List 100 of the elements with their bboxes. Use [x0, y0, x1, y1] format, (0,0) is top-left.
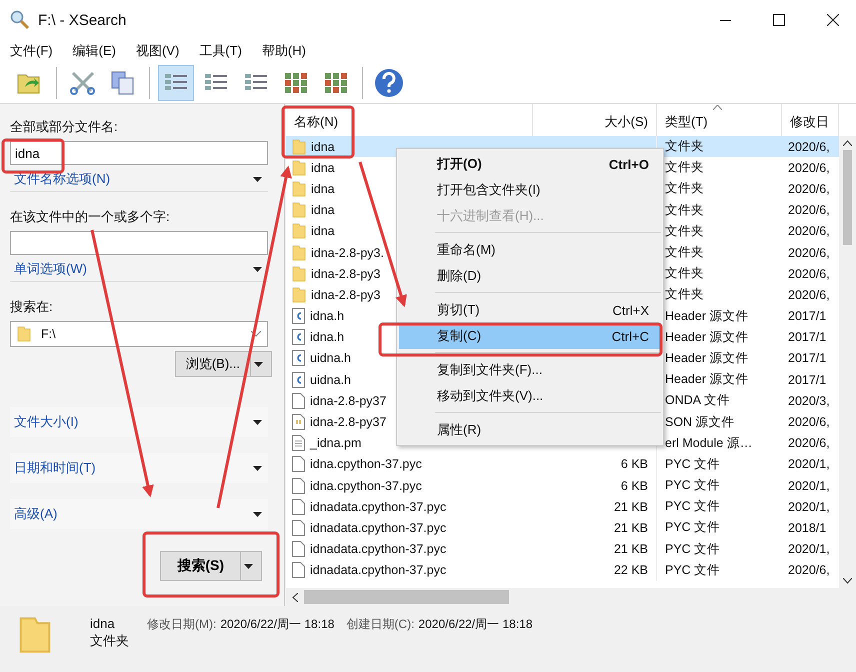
- menu-item[interactable]: 文件(F): [4, 42, 59, 60]
- caret-icon: [253, 266, 262, 272]
- file-type: Header 源文件: [665, 371, 748, 388]
- file-date: 2020/6,: [788, 246, 830, 260]
- file-row[interactable]: idnadata.cpython-37.pyc 21 KB PYC 文件 2018/1: [286, 517, 839, 539]
- file-name: idnadata.cpython-37.pyc: [310, 542, 446, 556]
- close-icon: [827, 14, 839, 26]
- location-combo[interactable]: F:\: [10, 321, 268, 347]
- maximize-icon: [773, 14, 785, 26]
- file-row[interactable]: idnadata.cpython-37.pyc 21 KB PYC 文件 2020/1,: [286, 496, 839, 518]
- folder-icon: [292, 223, 306, 240]
- file-date: 2020/1,: [788, 457, 830, 472]
- folder-icon: [292, 138, 306, 155]
- file-row[interactable]: idna.cpython-37.pyc 6 KB PYC 文件 2020/1,: [286, 454, 839, 475]
- text-file-icon: [292, 435, 305, 452]
- file-name: idnadata.cpython-37.pyc: [310, 520, 446, 535]
- menu-item[interactable]: 编辑(E): [66, 42, 122, 60]
- file-row[interactable]: idnadata.cpython-37.pyc 21 KB PYC 文件 2020/1,: [286, 538, 839, 560]
- section-link[interactable]: 日期和时间(T): [10, 459, 96, 477]
- field-label: 全部或部分文件名:: [10, 118, 118, 136]
- folder-icon: [292, 266, 306, 282]
- file-type: 文件夹: [665, 265, 704, 282]
- menu-item[interactable]: 属性(R): [399, 417, 661, 443]
- menu-item[interactable]: 剪切(T) Ctrl+X: [399, 297, 661, 323]
- file-name: idna-2.8-py3: [311, 266, 380, 281]
- file-name: idna.cpython-37.pyc: [310, 457, 422, 472]
- caret-icon: [244, 564, 252, 568]
- file-type: Header 源文件: [665, 328, 748, 346]
- filename-field[interactable]: idna: [10, 141, 268, 165]
- file-type: PYC 文件: [665, 562, 720, 579]
- file-name: idna: [311, 203, 335, 218]
- caret-icon: [253, 512, 262, 516]
- menu-item[interactable]: 帮助(H): [256, 42, 312, 60]
- menu-item[interactable]: 移动到文件夹(V)...: [399, 383, 661, 409]
- file-type: erl Module 源…: [665, 434, 752, 452]
- file-name: uidna.h: [310, 372, 352, 387]
- toolbar-button[interactable]: [158, 64, 194, 100]
- menu-item[interactable]: 打开包含文件夹(I): [399, 177, 661, 203]
- file-date: 2020/6,: [788, 266, 830, 281]
- scroll-thumb[interactable]: [304, 590, 509, 604]
- file-name: idna-2.8-py3: [311, 288, 380, 302]
- menu-item[interactable]: 工具(T): [193, 42, 248, 60]
- file-name: idnadata.cpython-37.pyc: [310, 563, 446, 578]
- file-date: 2020/1,: [788, 478, 830, 493]
- options-link[interactable]: 文件名称选项(N): [10, 170, 110, 188]
- file-type: 文件夹: [665, 202, 704, 219]
- file-type: Header 源文件: [665, 350, 748, 367]
- field-label: 搜索在:: [10, 298, 53, 316]
- folder-icon: [18, 616, 52, 654]
- scroll-left-icon: [292, 592, 298, 602]
- file-name: uidna.h: [310, 351, 352, 366]
- file-icon: [292, 478, 305, 494]
- file-name: idna-2.8-py37: [310, 415, 386, 430]
- file-size: 21 KB: [614, 500, 648, 514]
- scroll-thumb[interactable]: [843, 150, 852, 245]
- c-file-icon: [292, 308, 305, 324]
- folder-icon: [292, 286, 306, 303]
- file-icon: [292, 541, 305, 558]
- file-type: 文件夹: [665, 138, 704, 156]
- file-name: idna: [311, 224, 335, 238]
- caret-icon: [253, 176, 262, 182]
- file-type: PYC 文件: [665, 540, 720, 558]
- sort-icon: [713, 105, 722, 110]
- file-name: _idna.pm: [310, 436, 362, 450]
- folder-icon: [292, 244, 306, 261]
- vertical-scrollbar[interactable]: [839, 136, 856, 588]
- section-link[interactable]: 文件大小(I): [10, 413, 78, 431]
- menu-item[interactable]: 复制到文件夹(F)...: [399, 357, 661, 383]
- file-row[interactable]: idnadata.cpython-37.pyc 22 KB PYC 文件 2020/6,: [286, 560, 839, 581]
- caret-icon: [253, 420, 262, 424]
- file-date: 2017/1: [788, 330, 826, 344]
- file-icon: [292, 498, 305, 515]
- section-link[interactable]: 高级(A): [10, 505, 58, 523]
- menu-item[interactable]: 视图(V): [130, 42, 186, 60]
- file-type: 文件夹: [665, 159, 704, 176]
- search-icon: [10, 10, 30, 30]
- c-file-icon: [292, 372, 305, 388]
- file-type: SON 源文件: [665, 414, 735, 431]
- words-field[interactable]: [10, 231, 268, 255]
- horizontal-scrollbar[interactable]: [286, 588, 856, 606]
- file-type: 文件夹: [665, 180, 704, 198]
- folder-icon: [292, 180, 306, 197]
- file-date: 2020/1,: [788, 500, 830, 514]
- status-type: 文件夹: [90, 632, 129, 650]
- file-date: 2020/6,: [788, 160, 830, 175]
- file-row[interactable]: idna.cpython-37.pyc 6 KB PYC 文件 2020/1,: [286, 475, 839, 496]
- file-size: 6 KB: [620, 478, 648, 493]
- menu-item[interactable]: 重命名(M): [399, 237, 661, 263]
- status-name: idna: [90, 616, 116, 631]
- modified-info: 修改日期(M): 2020/6/22/周一 18:18: [147, 616, 334, 633]
- chevron-icon: [251, 331, 261, 337]
- file-date: 2018/1: [788, 520, 826, 535]
- menu-item[interactable]: 删除(D): [399, 263, 661, 289]
- file-type: 文件夹: [665, 286, 704, 304]
- file-date: 2020/6,: [788, 436, 830, 450]
- file-size: 6 KB: [620, 457, 648, 472]
- c-file-icon: [292, 329, 305, 346]
- options-link[interactable]: 单词选项(W): [10, 260, 87, 278]
- file-name: idna: [311, 182, 335, 196]
- file-date: 2020/6,: [788, 563, 830, 578]
